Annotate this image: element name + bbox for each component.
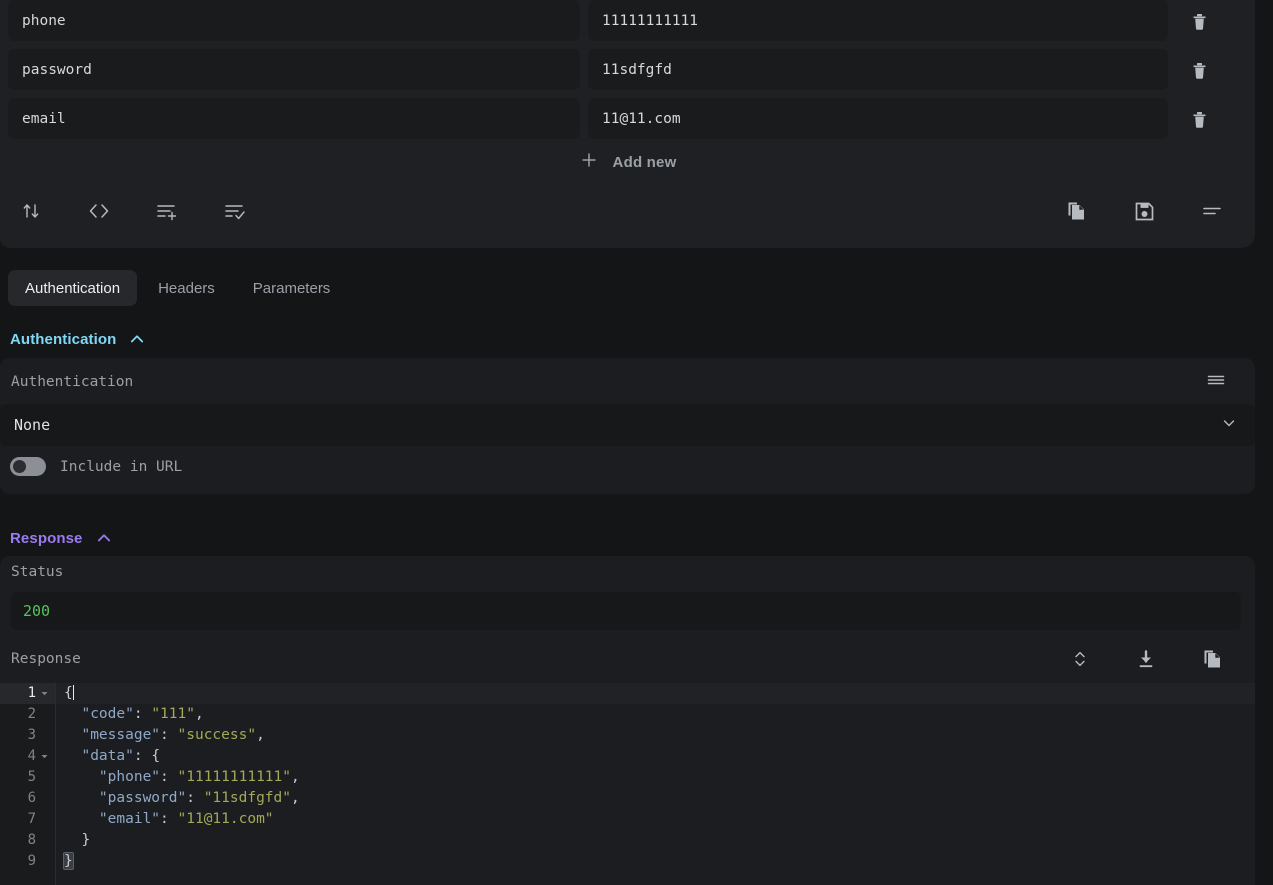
status-code: 200 — [23, 602, 51, 620]
tab-headers[interactable]: Headers — [141, 270, 232, 306]
code-line: "phone": "11111111111", — [98, 769, 300, 785]
download-response-button[interactable] — [1133, 646, 1159, 672]
code-line: "email": "11@11.com" — [98, 811, 274, 827]
authentication-field-row: Authentication — [0, 368, 1255, 396]
authentication-panel: Authentication None Include in URL — [0, 358, 1255, 494]
code-line: "password": "11sdfgfd", — [98, 790, 300, 806]
status-value-box: 200 — [11, 592, 1241, 630]
sort-rows-button[interactable] — [18, 198, 44, 224]
copy-response-button[interactable] — [1199, 646, 1225, 672]
request-config-tabs: Authentication Headers Parameters — [0, 270, 347, 306]
key-input[interactable]: password — [8, 49, 580, 90]
sort-arrows-icon — [20, 200, 42, 222]
chevron-up-icon[interactable] — [128, 330, 146, 348]
gutter-line: 7 — [27, 811, 36, 827]
wrap-lines-button[interactable] — [1067, 646, 1093, 672]
gutter-line: 6 — [27, 790, 36, 806]
add-new-row-button[interactable]: Add new — [0, 146, 1255, 178]
authentication-type-value: None — [14, 416, 51, 434]
authentication-field-label: Authentication — [11, 374, 134, 390]
gutter-line: 2 — [27, 706, 36, 722]
list-plus-icon — [155, 200, 179, 222]
add-new-label: Add new — [612, 153, 677, 171]
gutter-line: 5 — [27, 769, 36, 785]
include-in-url-label: Include in URL — [60, 458, 183, 475]
status-label: Status — [11, 564, 64, 580]
gutter-line: 9 — [27, 853, 36, 869]
key-value-rows: phone 11111111111 password 11sdfgfd emai… — [0, 0, 1255, 147]
code-line: "message": "success", — [81, 727, 265, 743]
gutter-line: 4 — [0, 746, 55, 767]
key-input[interactable]: email — [8, 98, 580, 139]
code-line: } — [63, 852, 74, 870]
lines-icon — [1200, 200, 1224, 222]
add-row-button[interactable] — [154, 198, 180, 224]
list-check-icon — [223, 200, 247, 222]
response-code-viewer[interactable]: 1 2 3 4 5 6 7 8 9 { "code": "111", "message": "s… — [0, 683, 1255, 885]
value-input[interactable]: 11sdfgfd — [588, 49, 1168, 90]
value-input[interactable]: 11111111111 — [588, 0, 1168, 41]
toggle-knob — [13, 460, 26, 473]
copy-icon — [1200, 647, 1224, 671]
plus-icon — [579, 150, 599, 175]
copy-body-button[interactable] — [1063, 198, 1089, 224]
key-input[interactable]: phone — [8, 0, 580, 41]
response-body-label: Response — [11, 651, 81, 667]
tab-parameters[interactable]: Parameters — [236, 270, 348, 306]
code-brackets-icon — [87, 200, 111, 222]
code-gutter: 1 2 3 4 5 6 7 8 9 — [0, 683, 56, 885]
response-panel: Status 200 Response 1 2 3 4 5 6 7 8 9 {… — [0, 556, 1255, 885]
body-options-button[interactable] — [1199, 198, 1225, 224]
lines-icon — [1205, 375, 1227, 394]
table-row: phone 11111111111 — [0, 0, 1255, 41]
table-row: password 11sdfgfd — [0, 49, 1255, 90]
download-icon — [1135, 648, 1157, 670]
view-raw-code-button[interactable] — [86, 198, 112, 224]
code-line: { — [56, 683, 1255, 704]
gutter-line: 8 — [27, 832, 36, 848]
value-input[interactable]: 11@11.com — [588, 98, 1168, 139]
fold-arrow-icon[interactable] — [40, 752, 49, 761]
chevron-up-icon[interactable] — [95, 529, 113, 547]
response-section-title: Response — [10, 529, 83, 547]
copy-icon — [1064, 199, 1088, 223]
include-in-url-toggle[interactable] — [10, 457, 46, 476]
gutter-line: 3 — [27, 727, 36, 743]
save-floppy-icon — [1133, 200, 1156, 223]
delete-row-button[interactable] — [1176, 11, 1222, 31]
code-content[interactable]: { "code": "111", "message": "success", "… — [56, 683, 1255, 885]
delete-row-button[interactable] — [1176, 60, 1222, 80]
fold-arrow-icon[interactable] — [40, 689, 49, 698]
authentication-options-button[interactable] — [1205, 370, 1227, 395]
trash-icon — [1190, 60, 1209, 80]
response-body-bar: Response — [0, 642, 1255, 676]
gutter-line: 1 — [0, 683, 55, 704]
code-line: "data": { — [81, 748, 161, 764]
code-line: "code": "111", — [81, 706, 204, 722]
response-section-header[interactable]: Response — [0, 525, 113, 551]
expand-collapse-icon — [1071, 648, 1089, 670]
include-in-url-row: Include in URL — [10, 457, 182, 476]
authentication-section-title: Authentication — [10, 330, 117, 348]
chevron-down-icon — [1221, 415, 1237, 436]
trash-icon — [1190, 11, 1209, 31]
delete-row-button[interactable] — [1176, 109, 1222, 129]
authentication-section-header[interactable]: Authentication — [0, 326, 146, 352]
request-body-card: phone 11111111111 password 11sdfgfd emai… — [0, 0, 1255, 248]
code-line: } — [81, 832, 91, 848]
body-toolbar — [0, 188, 1255, 234]
table-row: email 11@11.com — [0, 98, 1255, 139]
toggle-all-rows-button[interactable] — [222, 198, 248, 224]
tab-authentication[interactable]: Authentication — [8, 270, 138, 306]
authentication-type-select[interactable]: None — [0, 404, 1255, 446]
save-body-button[interactable] — [1131, 198, 1157, 224]
trash-icon — [1190, 109, 1209, 129]
